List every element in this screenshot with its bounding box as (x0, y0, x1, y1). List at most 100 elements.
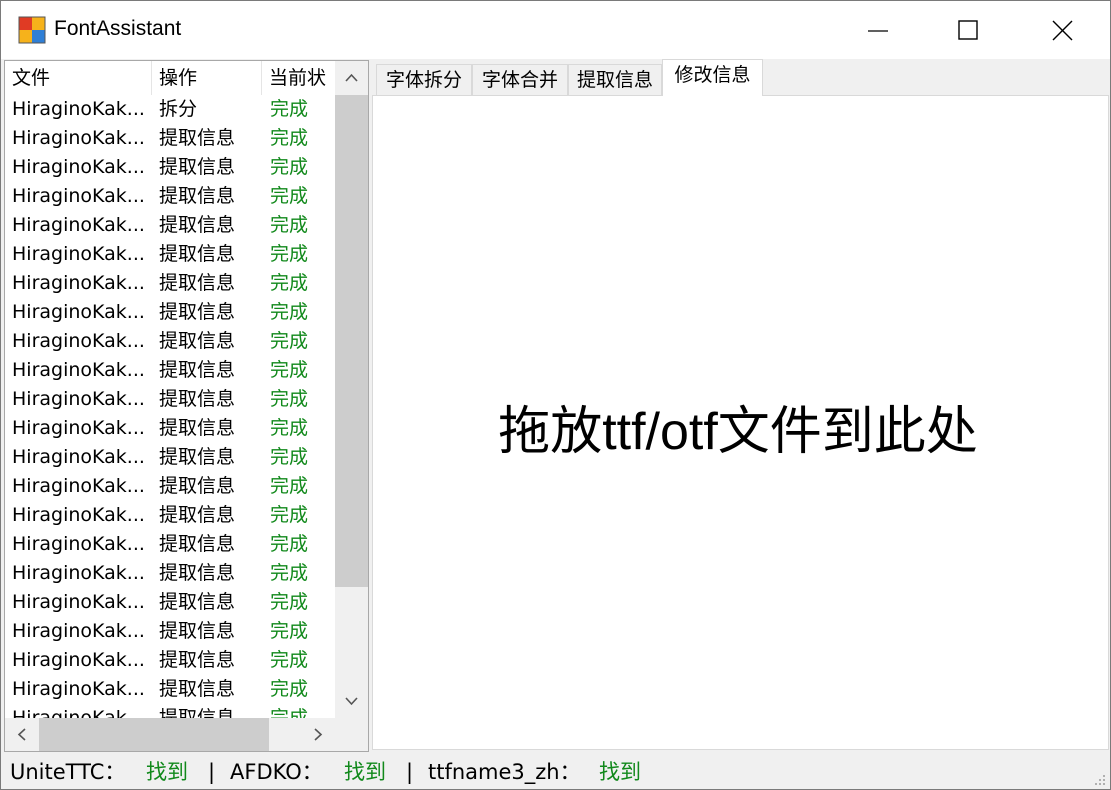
list-item[interactable]: HiraginoKak... 提取信息 完成 (5, 646, 335, 675)
vertical-scroll-thumb[interactable] (335, 95, 368, 587)
close-button[interactable] (1016, 1, 1110, 59)
operation-cell: 提取信息 (159, 504, 236, 526)
file-list[interactable]: 文件 操作 当前状 HiraginoKak... 拆分 完成 HiraginoKak.… (4, 60, 369, 752)
file-name-cell: HiraginoKak... (12, 330, 145, 352)
operation-cell: 提取信息 (159, 243, 236, 265)
list-item[interactable]: HiraginoKak... 提取信息 完成 (5, 559, 335, 588)
drop-zone-text: 拖放ttf/otf文件到此处 (498, 403, 978, 461)
file-name-cell: HiraginoKak... (12, 678, 145, 700)
state-cell: 完成 (270, 243, 309, 265)
list-item[interactable]: HiraginoKak... 提取信息 完成 (5, 153, 335, 182)
state-cell: 完成 (270, 620, 309, 642)
title-bar[interactable]: FontAssistant (1, 1, 1110, 59)
state-cell: 完成 (270, 127, 309, 149)
resize-grip-icon[interactable] (1091, 771, 1107, 787)
operation-cell: 提取信息 (159, 446, 236, 468)
state-cell: 完成 (270, 504, 309, 526)
window-title: FontAssistant (54, 17, 182, 40)
column-header-operation[interactable]: 操作 (152, 61, 262, 95)
file-name-cell: HiraginoKak... (12, 185, 145, 207)
operation-cell: 提取信息 (159, 330, 236, 352)
list-item[interactable]: HiraginoKak... 提取信息 完成 (5, 211, 335, 240)
list-item[interactable]: HiraginoKak... 提取信息 完成 (5, 704, 335, 718)
close-icon (1052, 20, 1073, 41)
list-item[interactable]: HiraginoKak... 提取信息 完成 (5, 501, 335, 530)
operation-cell: 提取信息 (159, 649, 236, 671)
horizontal-scroll-thumb[interactable] (39, 718, 269, 751)
status-bar: UniteTTC： 找到 | AFDKO： 找到 | ttfname3_zh： … (1, 753, 1110, 789)
state-cell: 完成 (270, 562, 309, 584)
operation-cell: 提取信息 (159, 301, 236, 323)
list-item[interactable]: HiraginoKak... 提取信息 完成 (5, 182, 335, 211)
file-name-cell: HiraginoKak... (12, 301, 145, 323)
list-item[interactable]: HiraginoKak... 提取信息 完成 (5, 269, 335, 298)
afdko-label: AFDKO： (230, 760, 323, 784)
list-item[interactable]: HiraginoKak... 提取信息 完成 (5, 240, 335, 269)
list-item[interactable]: HiraginoKak... 提取信息 完成 (5, 675, 335, 704)
list-item[interactable]: HiraginoKak... 提取信息 完成 (5, 414, 335, 443)
vertical-scrollbar[interactable] (335, 61, 368, 718)
operation-cell: 提取信息 (159, 272, 236, 294)
chevron-down-icon (345, 697, 358, 706)
state-cell: 完成 (270, 156, 309, 178)
operation-cell: 拆分 (159, 98, 198, 120)
file-name-cell: HiraginoKak... (12, 475, 145, 497)
operation-cell: 提取信息 (159, 388, 236, 410)
column-header-file[interactable]: 文件 (5, 61, 152, 95)
operation-cell: 提取信息 (159, 591, 236, 613)
file-name-cell: HiraginoKak... (12, 562, 145, 584)
state-cell: 完成 (270, 214, 309, 236)
app-icon (18, 16, 46, 44)
scroll-up-button[interactable] (335, 61, 368, 95)
column-header-state[interactable]: 当前状 (262, 61, 335, 95)
file-name-cell: HiraginoKak... (12, 591, 145, 613)
list-item[interactable]: HiraginoKak... 提取信息 完成 (5, 443, 335, 472)
file-name-cell: HiraginoKak... (12, 504, 145, 526)
file-name-cell: HiraginoKak... (12, 533, 145, 555)
operation-cell: 提取信息 (159, 185, 236, 207)
state-cell: 完成 (270, 98, 309, 120)
state-cell: 完成 (270, 330, 309, 352)
scroll-left-button[interactable] (5, 718, 39, 751)
list-header: 文件 操作 当前状 (5, 61, 335, 95)
scroll-right-button[interactable] (301, 718, 335, 751)
app-window: FontAssistant 文件 操作 当前状 HiraginoKak... 拆分… (0, 0, 1111, 790)
list-item[interactable]: HiraginoKak... 提取信息 完成 (5, 617, 335, 646)
list-item[interactable]: HiraginoKak... 提取信息 完成 (5, 124, 335, 153)
maximize-button[interactable] (922, 1, 1016, 59)
list-item[interactable]: HiraginoKak... 提取信息 完成 (5, 385, 335, 414)
file-name-cell: HiraginoKak... (12, 707, 145, 718)
operation-cell: 提取信息 (159, 127, 236, 149)
operation-cell: 提取信息 (159, 417, 236, 439)
scroll-down-button[interactable] (335, 684, 368, 718)
operation-cell: 提取信息 (159, 156, 236, 178)
state-cell: 完成 (270, 359, 309, 381)
horizontal-scrollbar[interactable] (5, 718, 335, 751)
afdko-status: 找到 (344, 760, 386, 784)
list-item[interactable]: HiraginoKak... 拆分 完成 (5, 95, 335, 124)
chevron-up-icon (345, 73, 358, 82)
file-name-cell: HiraginoKak... (12, 98, 145, 120)
minimize-button[interactable] (832, 1, 926, 59)
list-item[interactable]: HiraginoKak... 提取信息 完成 (5, 327, 335, 356)
operation-cell: 提取信息 (159, 214, 236, 236)
file-name-cell: HiraginoKak... (12, 127, 145, 149)
state-cell: 完成 (270, 185, 309, 207)
list-item[interactable]: HiraginoKak... 提取信息 完成 (5, 530, 335, 559)
tab-extract-info[interactable]: 提取信息 (568, 64, 662, 96)
operation-cell: 提取信息 (159, 533, 236, 555)
chevron-right-icon (314, 728, 323, 741)
list-item[interactable]: HiraginoKak... 提取信息 完成 (5, 356, 335, 385)
ttfname-status: 找到 (599, 760, 641, 784)
tab-font-split[interactable]: 字体拆分 (376, 64, 472, 96)
tab-font-merge[interactable]: 字体合并 (472, 64, 568, 96)
list-item[interactable]: HiraginoKak... 提取信息 完成 (5, 472, 335, 501)
maximize-icon (958, 20, 978, 40)
list-item[interactable]: HiraginoKak... 提取信息 完成 (5, 588, 335, 617)
file-name-cell: HiraginoKak... (12, 649, 145, 671)
state-cell: 完成 (270, 272, 309, 294)
operation-cell: 提取信息 (159, 620, 236, 642)
drop-zone[interactable]: 拖放ttf/otf文件到此处 (372, 95, 1109, 750)
list-item[interactable]: HiraginoKak... 提取信息 完成 (5, 298, 335, 327)
tab-modify-info[interactable]: 修改信息 (662, 59, 763, 96)
